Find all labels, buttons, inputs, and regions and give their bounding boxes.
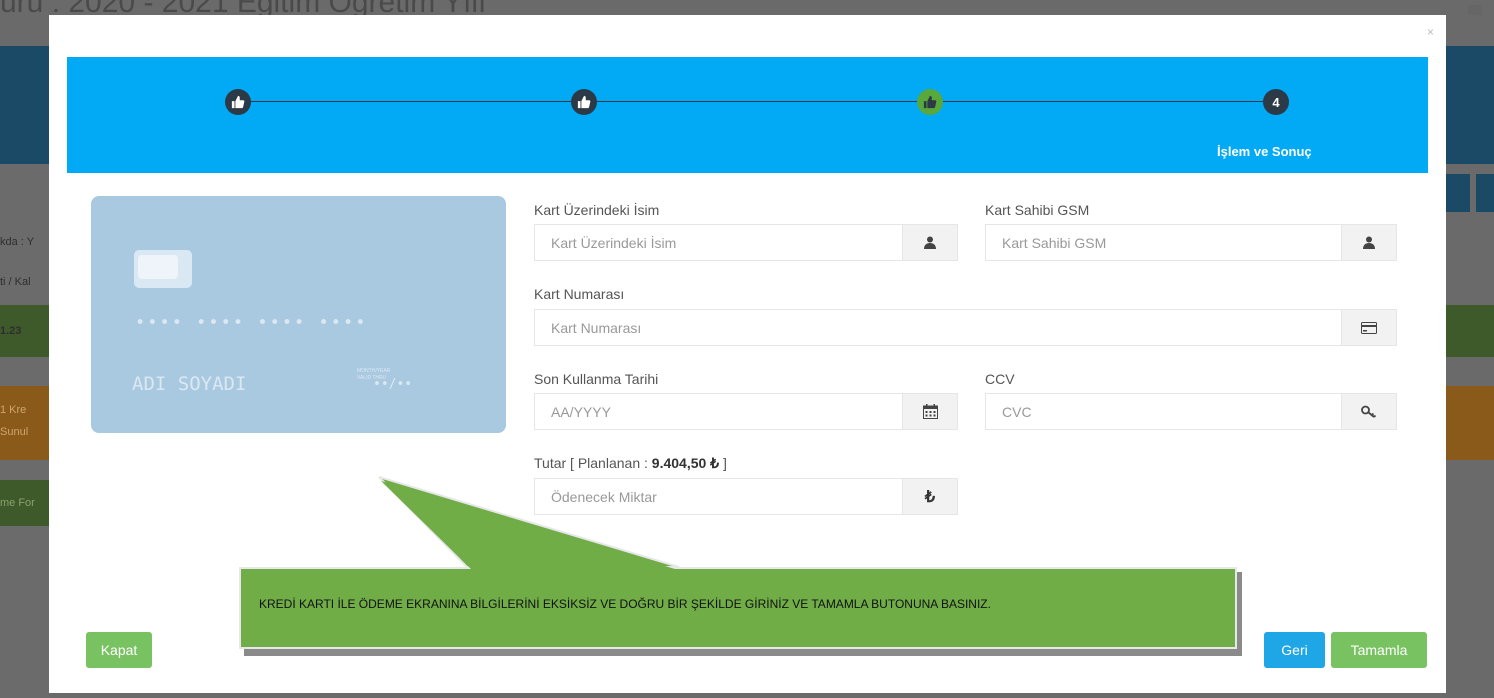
wizard-step-2[interactable] [571, 89, 597, 115]
thumbs-up-icon [231, 95, 245, 109]
background-orange-panel [0, 386, 50, 460]
card-name-input[interactable] [535, 225, 905, 260]
amount-label: Tutar [ Planlanan : 9.404,50 ₺ ] [534, 455, 727, 472]
complete-button[interactable]: Tamamla [1331, 632, 1427, 668]
back-button[interactable]: Geri [1264, 632, 1325, 668]
close-button[interactable]: Kapat [86, 632, 152, 668]
gsm-field [985, 224, 1397, 261]
card-number-field [534, 309, 1397, 346]
ccv-label: CCV [985, 371, 1015, 387]
card-name-field [534, 224, 958, 261]
background-button [1476, 174, 1494, 212]
card-number-display: •••• •••• •••• •••• [135, 313, 368, 333]
instruction-callout: KREDİ KARTI İLE ÖDEME EKRANINA BİLGİLERİ… [239, 475, 1259, 660]
wizard-step-label: İşlem ve Sonuç [1217, 144, 1312, 159]
amount-planned: 9.404,50 ₺ [651, 455, 720, 471]
calendar-icon [902, 394, 957, 429]
wizard-connector [251, 101, 571, 102]
amount-label-prefix: Tutar [ Planlanan : [534, 455, 652, 471]
expiry-label: Son Kullanma Tarihi [534, 371, 659, 387]
ccv-field [985, 393, 1397, 430]
gsm-input[interactable] [986, 225, 1344, 260]
card-number-label: Kart Numarası [534, 286, 625, 302]
background-text: 1.23 [0, 325, 22, 337]
wizard-connector [597, 101, 917, 102]
payment-modal: × 4 İşlem ve Sonuç •••• •••• •••• •••• A… [49, 15, 1446, 693]
close-icon[interactable]: × [1427, 25, 1434, 39]
background-text: me For [0, 497, 35, 509]
background-text: kda : Y [0, 236, 35, 248]
wizard-step-3[interactable] [917, 89, 943, 115]
expiry-field [534, 393, 958, 430]
callout-pointer-join [381, 481, 675, 569]
user-icon [902, 225, 957, 260]
card-number-input[interactable] [535, 310, 1344, 345]
background-text: ti / Kal [0, 276, 31, 288]
card-name-label: Kart Üzerindeki İsim [534, 202, 660, 218]
wizard-connector [943, 101, 1263, 102]
wizard-step-1[interactable] [225, 89, 251, 115]
thumbs-up-icon [577, 95, 591, 109]
background-text: 1 Kre [0, 404, 27, 416]
user-icon [1341, 225, 1396, 260]
amount-label-suffix: ] [719, 455, 727, 471]
wizard-steps: 4 İşlem ve Sonuç [67, 57, 1428, 173]
gsm-label: Kart Sahibi GSM [985, 202, 1090, 218]
callout-box: KREDİ KARTI İLE ÖDEME EKRANINA BİLGİLERİ… [239, 567, 1237, 649]
credit-card-preview: •••• •••• •••• •••• ADI SOYADI MONTH/YEA… [91, 196, 506, 433]
background-text: Sunul [0, 426, 29, 438]
expiry-input[interactable] [535, 394, 905, 429]
thumbs-up-icon [923, 95, 937, 109]
credit-card-icon [1341, 310, 1396, 345]
wizard-step-4[interactable]: 4 [1263, 89, 1289, 115]
card-name-display: ADI SOYADI [132, 373, 247, 395]
callout-text: KREDİ KARTI İLE ÖDEME EKRANINA BİLGİLERİ… [259, 597, 991, 611]
card-chip [134, 250, 192, 288]
user-icon [1468, 5, 1482, 15]
ccv-input[interactable] [986, 394, 1344, 429]
card-expiry-display: ••/•• [373, 377, 413, 392]
month-year-text: MONTH/YEAR [357, 368, 391, 374]
key-icon [1341, 394, 1396, 429]
